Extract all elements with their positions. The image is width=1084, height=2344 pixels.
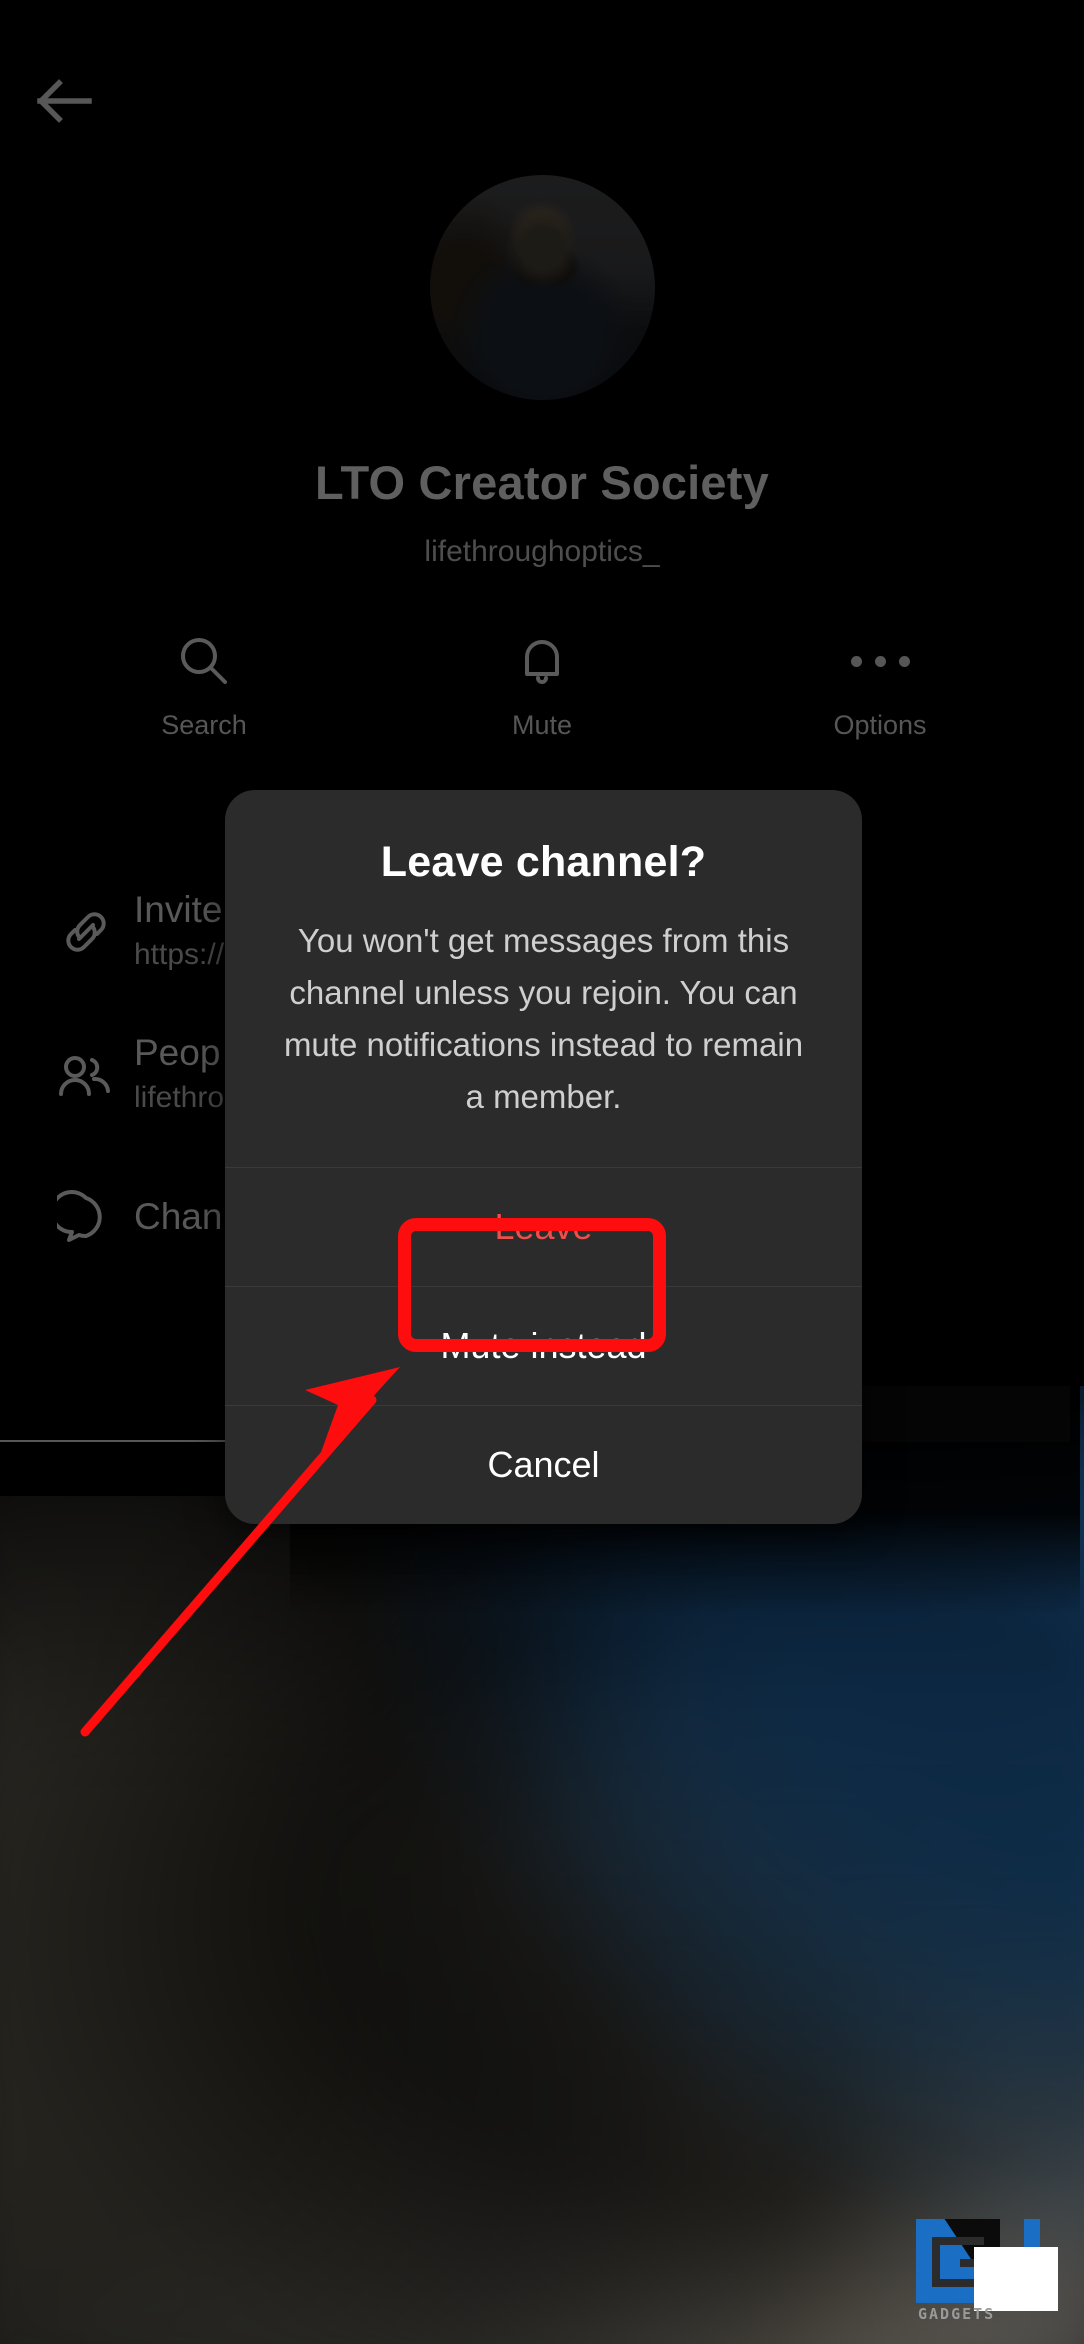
list-item-title: Chan [134,1196,223,1238]
link-icon [38,903,134,961]
page-title: LTO Creator Society [315,456,769,509]
dialog-title: Leave channel? [380,838,707,886]
people-icon [38,1050,134,1100]
cancel-button[interactable]: Cancel [225,1406,862,1524]
action-row: Search Mute Options [0,630,1084,741]
mute-instead-button[interactable]: Mute instead [225,1287,862,1405]
ellipsis-icon [850,630,910,692]
action-options[interactable]: Options [805,630,955,741]
action-mute-label: Mute [511,710,573,740]
action-search-label: Search [161,710,247,740]
action-mute[interactable]: Mute [467,630,617,741]
channel-handle: lifethroughoptics_ [424,535,660,568]
watermark-logo: GADGETS [916,2215,1058,2327]
avatar[interactable] [430,175,655,400]
search-icon [178,630,230,692]
list-item-subtitle: lifethro [134,1081,225,1115]
bell-icon [518,630,566,692]
leave-button[interactable]: Leave [225,1168,862,1286]
list-item-subtitle: https:// [134,938,225,972]
phone-screen: LTO Creator Society lifethroughoptics_ S… [0,0,1084,2344]
leave-channel-dialog: Leave channel? You won't get messages fr… [225,790,862,1524]
list-item-title: Peop [134,1032,221,1074]
watermark-text: GADGETS [918,2305,996,2323]
action-options-label: Options [833,710,927,740]
dialog-message: You won't get messages from this channel… [283,922,804,1115]
chat-bubble-icon [38,1189,134,1247]
arrow-left-icon [37,78,93,124]
back-button[interactable] [26,62,104,140]
action-search[interactable]: Search [129,630,279,741]
list-item-title: Invite [134,889,223,931]
